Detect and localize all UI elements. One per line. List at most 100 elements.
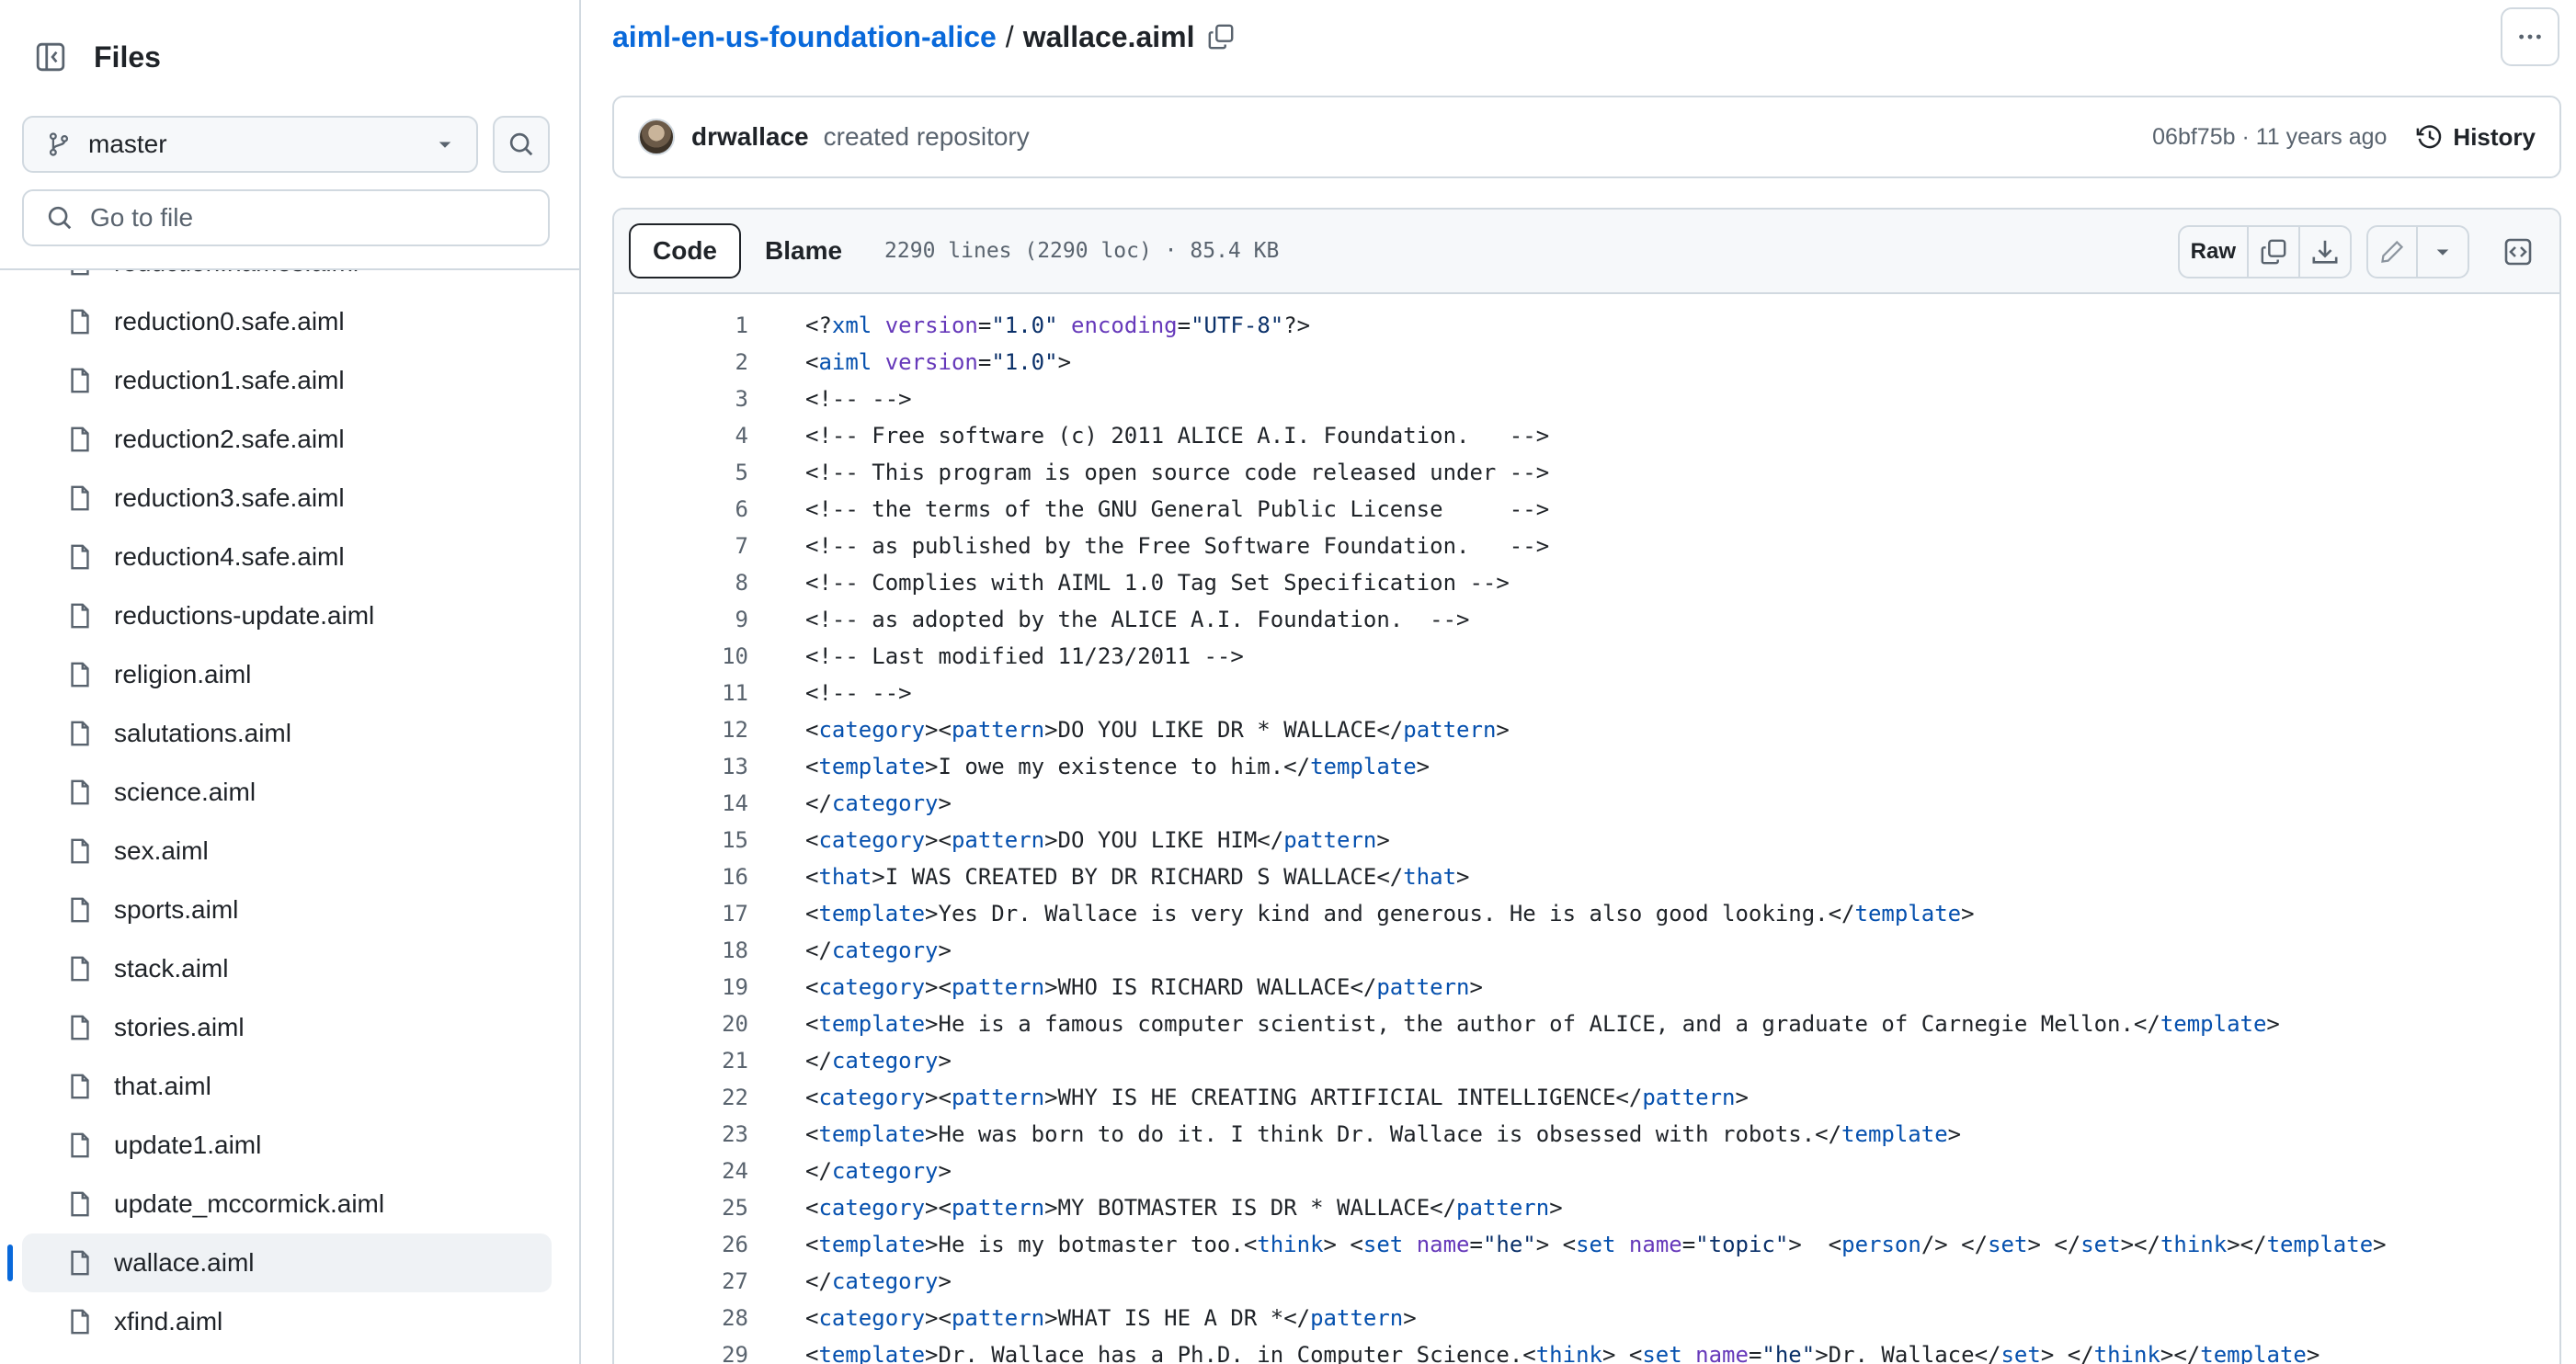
code-token: < — [805, 827, 819, 853]
line-number[interactable]: 16 — [614, 864, 748, 890]
line-number[interactable]: 27 — [614, 1268, 748, 1294]
line-number[interactable]: 20 — [614, 1011, 748, 1037]
line-content: <!-- This program is open source code re… — [805, 460, 1549, 485]
line-number[interactable]: 24 — [614, 1158, 748, 1184]
line-number[interactable]: 4 — [614, 423, 748, 449]
go-to-file-input[interactable]: Go to file — [22, 189, 550, 246]
line-number[interactable]: 3 — [614, 386, 748, 412]
code-token: < — [805, 1011, 819, 1037]
file-icon — [71, 662, 89, 688]
file-tree-item[interactable]: religion.aiml — [22, 645, 552, 704]
line-content: <template>He is a famous computer scient… — [805, 1011, 2280, 1037]
code-token: >< — [925, 1195, 952, 1221]
more-options-button[interactable] — [2501, 7, 2559, 66]
file-tree-item[interactable]: stories.aiml — [22, 998, 552, 1057]
file-tree-item[interactable]: reduction0.safe.aiml — [22, 292, 552, 351]
line-content: <!-- --> — [805, 680, 912, 706]
line-number[interactable]: 11 — [614, 680, 748, 706]
line-number[interactable]: 15 — [614, 827, 748, 853]
file-name: xfind.aiml — [114, 1307, 223, 1336]
line-number[interactable]: 17 — [614, 901, 748, 926]
code-token: category — [818, 1195, 926, 1221]
edit-file-button[interactable] — [2368, 227, 2418, 277]
file-tree-item[interactable]: science.aiml — [22, 763, 552, 822]
code-line: 9 <!-- as adopted by the ALICE A.I. Found… — [614, 601, 2559, 638]
edit-options-dropdown[interactable] — [2418, 227, 2468, 277]
code-token: >DO YOU LIKE HIM</ — [1044, 827, 1284, 853]
line-number[interactable]: 22 — [614, 1085, 748, 1110]
line-number[interactable]: 21 — [614, 1048, 748, 1074]
line-number[interactable]: 2 — [614, 349, 748, 375]
view-mode-toggle: Code Blame — [629, 223, 866, 278]
file-tree-item[interactable]: salutations.aiml — [22, 704, 552, 763]
code-token: set — [2000, 1342, 2041, 1364]
line-number[interactable]: 14 — [614, 790, 748, 816]
file-tree-item[interactable]: stack.aiml — [22, 939, 552, 998]
copy-path-button[interactable] — [1207, 23, 1235, 51]
triangle-down-icon — [2436, 249, 2449, 256]
file-tree-item[interactable]: xfind.aiml — [22, 1292, 552, 1351]
line-number[interactable]: 10 — [614, 643, 748, 669]
code-line: 28 <category><pattern>WHAT IS HE A DR *</… — [614, 1300, 2559, 1336]
line-number[interactable]: 25 — [614, 1195, 748, 1221]
file-tree-item[interactable]: update_mccormick.aiml — [22, 1175, 552, 1233]
download-button[interactable] — [2300, 227, 2350, 277]
code-token: template — [2266, 1232, 2374, 1257]
file-tree-item[interactable]: reduction2.safe.aiml — [22, 410, 552, 469]
history-icon — [2417, 125, 2442, 149]
code-token: > < — [1788, 1232, 1842, 1257]
file-tree-item[interactable]: sports.aiml — [22, 881, 552, 939]
line-number[interactable]: 8 — [614, 570, 748, 596]
line-number[interactable]: 19 — [614, 974, 748, 1000]
copy-raw-button[interactable] — [2249, 227, 2300, 277]
line-number[interactable]: 23 — [614, 1121, 748, 1147]
line-number[interactable]: 12 — [614, 717, 748, 743]
file-tree-item[interactable]: reduction3.safe.aiml — [22, 469, 552, 528]
collapse-sidebar-button[interactable] — [22, 28, 79, 85]
history-button[interactable]: History — [2416, 123, 2536, 152]
file-tree-item[interactable]: reduction1.safe.aiml — [22, 351, 552, 410]
branch-selector[interactable]: master — [22, 116, 478, 173]
line-number[interactable]: 1 — [614, 313, 748, 338]
file-tree-item[interactable]: reduction4.safe.aiml — [22, 528, 552, 586]
code-line: 27 </category> — [614, 1263, 2559, 1300]
line-number[interactable]: 7 — [614, 533, 748, 559]
symbols-panel-button[interactable] — [2491, 225, 2545, 278]
commit-message[interactable]: created repository — [824, 122, 2153, 152]
search-files-button[interactable] — [493, 116, 550, 173]
code-token: template — [818, 1342, 926, 1364]
file-tree-item[interactable]: that.aiml — [22, 1057, 552, 1116]
tab-blame[interactable]: Blame — [741, 223, 866, 278]
line-number[interactable]: 5 — [614, 460, 748, 485]
line-number[interactable]: 28 — [614, 1305, 748, 1331]
line-number[interactable]: 29 — [614, 1342, 748, 1364]
file-tree-item[interactable]: wallace.aiml — [7, 1233, 552, 1292]
code-line: 2 <aiml version="1.0"> — [614, 344, 2559, 381]
commit-author[interactable]: drwallace — [691, 122, 809, 152]
raw-button[interactable]: Raw — [2180, 227, 2249, 277]
code-token: category — [831, 790, 939, 816]
line-content: <template>He is my botmaster too.<think>… — [805, 1232, 2387, 1257]
commit-sha-age[interactable]: 06bf75b · 11 years ago — [2152, 124, 2387, 151]
line-number[interactable]: 9 — [614, 607, 748, 632]
line-content: <category><pattern>WHY IS HE CREATING AR… — [805, 1085, 1749, 1110]
file-tree-item[interactable]: reductions-update.aiml — [22, 586, 552, 645]
file-tree-item[interactable]: sex.aiml — [22, 822, 552, 881]
code-token: version — [884, 313, 978, 338]
code-token: name — [1628, 1232, 1682, 1257]
file-tree-item[interactable]: update1.aiml — [22, 1116, 552, 1175]
tab-code[interactable]: Code — [629, 223, 741, 278]
breadcrumb-repo-link[interactable]: aiml-en-us-foundation-alice — [612, 20, 997, 54]
code-line: 5 <!-- This program is open source code r… — [614, 454, 2559, 491]
file-tree-item[interactable]: reduction.names.aiml — [22, 270, 552, 292]
code-token: </ — [805, 938, 832, 963]
author-avatar[interactable] — [638, 119, 675, 155]
line-number[interactable]: 26 — [614, 1232, 748, 1257]
line-number[interactable]: 18 — [614, 938, 748, 963]
line-number[interactable]: 6 — [614, 496, 748, 522]
file-name: salutations.aiml — [114, 719, 291, 747]
code-token: < — [805, 1121, 819, 1147]
line-number[interactable]: 13 — [614, 754, 748, 779]
